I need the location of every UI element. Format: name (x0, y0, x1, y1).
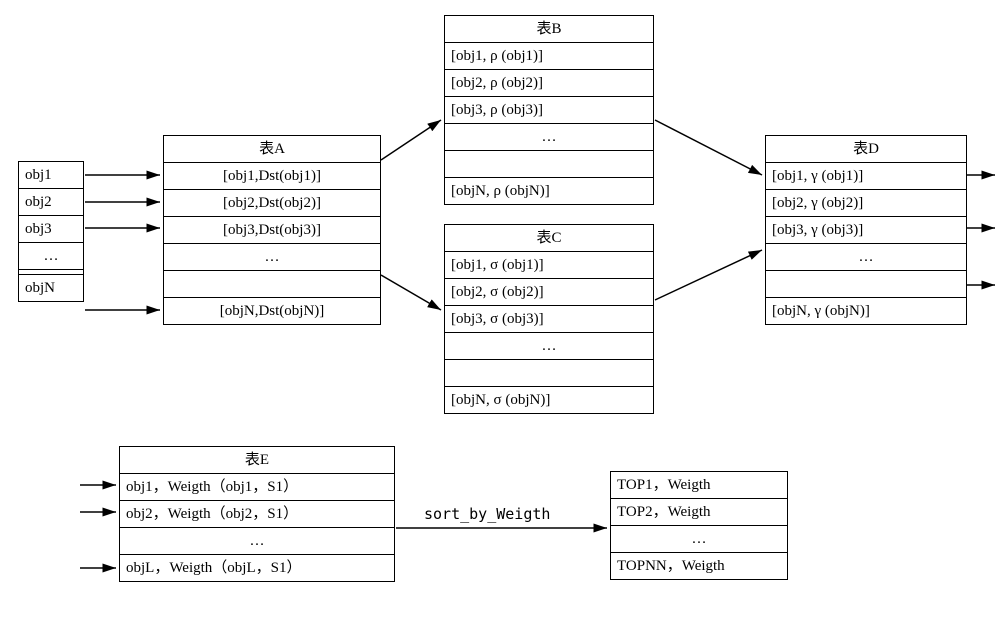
table-d-row: … (766, 243, 966, 270)
table-a-row: [obj1,Dst(obj1)] (164, 163, 380, 189)
table-b-row (445, 150, 653, 177)
table-b-title: 表B (445, 16, 653, 43)
table-b-row: [objN, ρ (objN)] (445, 177, 653, 204)
table-b-row: [obj2, ρ (obj2)] (445, 69, 653, 96)
table-d-row: [obj1, γ (obj1)] (766, 163, 966, 189)
table-a: 表A [obj1,Dst(obj1)] [obj2,Dst(obj2)] [ob… (163, 135, 381, 325)
table-b-row: [obj3, ρ (obj3)] (445, 96, 653, 123)
sort-label: sort_by_Weigth (424, 505, 550, 523)
table-a-row: [objN,Dst(objN)] (164, 297, 380, 324)
table-c-row: [objN, σ (objN)] (445, 386, 653, 413)
table-e-title: 表E (120, 447, 394, 474)
input-row: objN (19, 274, 83, 301)
table-c-row: [obj3, σ (obj3)] (445, 305, 653, 332)
top-row: TOPNN，Weigth (611, 552, 787, 579)
table-c-row: … (445, 332, 653, 359)
table-c-title: 表C (445, 225, 653, 252)
table-e: 表E obj1，Weigth（obj1，S1） obj2，Weigth（obj2… (119, 446, 395, 582)
table-a-row: [obj2,Dst(obj2)] (164, 189, 380, 216)
table-c-row (445, 359, 653, 386)
table-e-row: objL，Weigth（objL，S1） (120, 554, 394, 581)
top-row: TOP2，Weigth (611, 498, 787, 525)
top-table: TOP1，Weigth TOP2，Weigth … TOPNN，Weigth (610, 471, 788, 580)
table-d-row (766, 270, 966, 297)
input-row: obj2 (19, 188, 83, 215)
table-d-row: [obj3, γ (obj3)] (766, 216, 966, 243)
table-a-row: [obj3,Dst(obj3)] (164, 216, 380, 243)
input-row: … (19, 242, 83, 269)
table-a-title: 表A (164, 136, 380, 163)
table-d-row: [objN, γ (objN)] (766, 297, 966, 324)
table-c-row: [obj2, σ (obj2)] (445, 278, 653, 305)
input-row: obj3 (19, 215, 83, 242)
table-e-row: obj1，Weigth（obj1，S1） (120, 474, 394, 500)
input-table: obj1 obj2 obj3 … objN (18, 161, 84, 302)
table-c-row: [obj1, σ (obj1)] (445, 252, 653, 278)
table-a-row (164, 270, 380, 297)
table-e-row: obj2，Weigth（obj2，S1） (120, 500, 394, 527)
table-d-title: 表D (766, 136, 966, 163)
table-d-row: [obj2, γ (obj2)] (766, 189, 966, 216)
table-c: 表C [obj1, σ (obj1)] [obj2, σ (obj2)] [ob… (444, 224, 654, 414)
table-d: 表D [obj1, γ (obj1)] [obj2, γ (obj2)] [ob… (765, 135, 967, 325)
table-a-row: … (164, 243, 380, 270)
table-b-row: [obj1, ρ (obj1)] (445, 43, 653, 69)
input-row: obj1 (19, 162, 83, 188)
top-row: … (611, 525, 787, 552)
table-b-row: … (445, 123, 653, 150)
top-row: TOP1，Weigth (611, 472, 787, 498)
table-b: 表B [obj1, ρ (obj1)] [obj2, ρ (obj2)] [ob… (444, 15, 654, 205)
table-e-row: … (120, 527, 394, 554)
